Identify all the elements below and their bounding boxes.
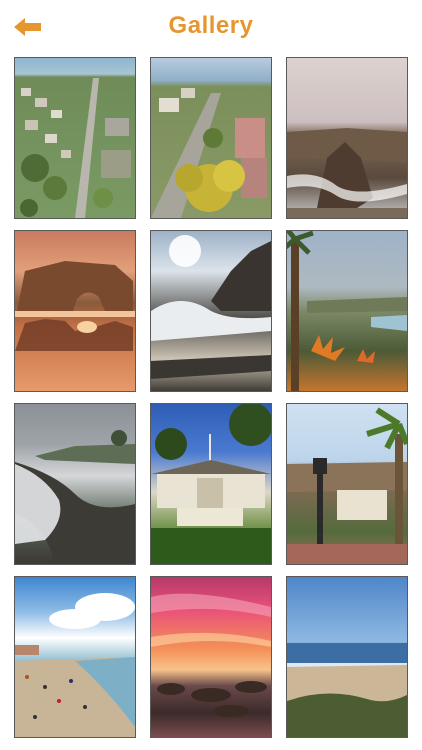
photo-grid <box>14 57 408 738</box>
photo-thumbnail-7[interactable] <box>14 403 136 565</box>
photo-thumbnail-11[interactable] <box>150 576 272 738</box>
photo-thumbnail-6[interactable] <box>286 230 408 392</box>
courtyard-palm-image <box>287 407 407 564</box>
sea-cliff-image <box>287 128 407 218</box>
cloudy-coast-image <box>15 430 135 564</box>
photo-thumbnail-8[interactable] <box>150 403 272 565</box>
photo-thumbnail-12[interactable] <box>286 576 408 738</box>
photo-thumbnail-3[interactable] <box>286 57 408 219</box>
calm-beach-image <box>287 643 407 737</box>
photo-thumbnail-5[interactable] <box>150 230 272 392</box>
busy-beach-image <box>15 593 135 737</box>
surf-rocks-image <box>151 235 271 379</box>
aerial-neighborhood-image <box>20 78 131 218</box>
nav-header: Gallery <box>0 0 422 54</box>
photo-thumbnail-9[interactable] <box>286 403 408 565</box>
photo-thumbnail-2[interactable] <box>150 57 272 219</box>
pink-sunset-image <box>151 593 271 717</box>
museum-building-image <box>151 404 271 564</box>
natural-arch-image <box>15 261 135 351</box>
aerial-street-image <box>151 88 267 218</box>
photo-thumbnail-4[interactable] <box>14 230 136 392</box>
photo-thumbnail-10[interactable] <box>14 576 136 738</box>
photo-thumbnail-1[interactable] <box>14 57 136 219</box>
palm-flowers-image <box>287 231 407 391</box>
page-title: Gallery <box>168 12 254 39</box>
